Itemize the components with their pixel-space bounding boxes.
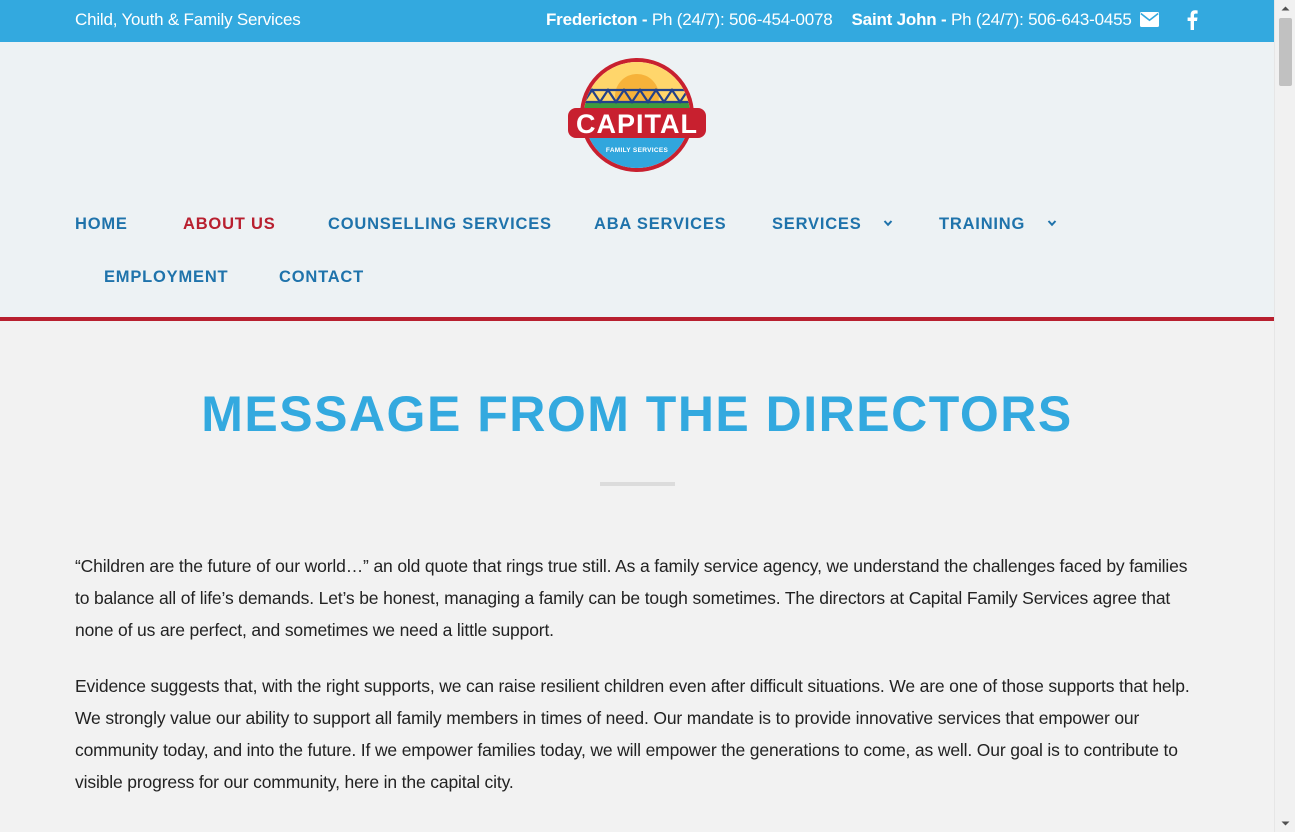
top-bar: Child, Youth & Family Services Frederict… — [0, 0, 1274, 42]
site-header: CAPITAL FAMILY SERVICES HOME ABOUT US CO… — [0, 42, 1274, 317]
nav-services[interactable]: SERVICES — [772, 215, 893, 234]
phone-number-fredericton[interactable]: Ph (24/7): 506-454-0078 — [652, 10, 833, 29]
chevron-down-icon — [883, 220, 893, 227]
phone-city-saint-john: Saint John - — [851, 10, 947, 29]
logo-wordmark: CAPITAL — [576, 109, 698, 139]
nav-employment[interactable]: EMPLOYMENT — [104, 268, 228, 287]
nav-services-label: SERVICES — [772, 215, 862, 233]
page-scrollbar[interactable] — [1274, 0, 1295, 832]
phone-city-fredericton: Fredericton - — [546, 10, 648, 29]
nav-training-label: TRAINING — [939, 215, 1026, 233]
nav-about-us[interactable]: ABOUT US — [183, 215, 276, 234]
nav-counselling-services[interactable]: COUNSELLING SERVICES — [328, 215, 552, 234]
nav-training[interactable]: TRAINING — [939, 215, 1057, 234]
chevron-down-icon — [1047, 220, 1056, 227]
envelope-icon[interactable] — [1140, 12, 1160, 32]
facebook-icon[interactable] — [1186, 10, 1206, 31]
scroll-down-arrow-icon[interactable] — [1275, 815, 1295, 832]
capital-family-services-logo[interactable]: CAPITAL FAMILY SERVICES — [564, 56, 710, 174]
main-content: MESSAGE FROM THE DIRECTORS “Children are… — [0, 321, 1274, 832]
logo-subtitle: FAMILY SERVICES — [606, 147, 669, 154]
page-title: MESSAGE FROM THE DIRECTORS — [201, 386, 1073, 442]
scrollbar-thumb[interactable] — [1279, 18, 1292, 86]
phone-numbers: Fredericton - Ph (24/7): 506-454-0078 Sa… — [546, 10, 1132, 30]
nav-home[interactable]: HOME — [75, 215, 128, 234]
phone-number-saint-john[interactable]: Ph (24/7): 506-643-0455 — [951, 10, 1132, 29]
nav-contact[interactable]: CONTACT — [279, 268, 364, 287]
page-viewport: Child, Youth & Family Services Frederict… — [0, 0, 1274, 832]
scroll-up-arrow-icon[interactable] — [1275, 0, 1295, 17]
title-divider — [600, 482, 675, 486]
paragraph-2: Evidence suggests that, with the right s… — [75, 676, 1190, 792]
paragraph-1: “Children are the future of our world…” … — [75, 556, 1188, 640]
tagline: Child, Youth & Family Services — [75, 10, 301, 29]
nav-aba-services[interactable]: ABA SERVICES — [594, 215, 726, 234]
